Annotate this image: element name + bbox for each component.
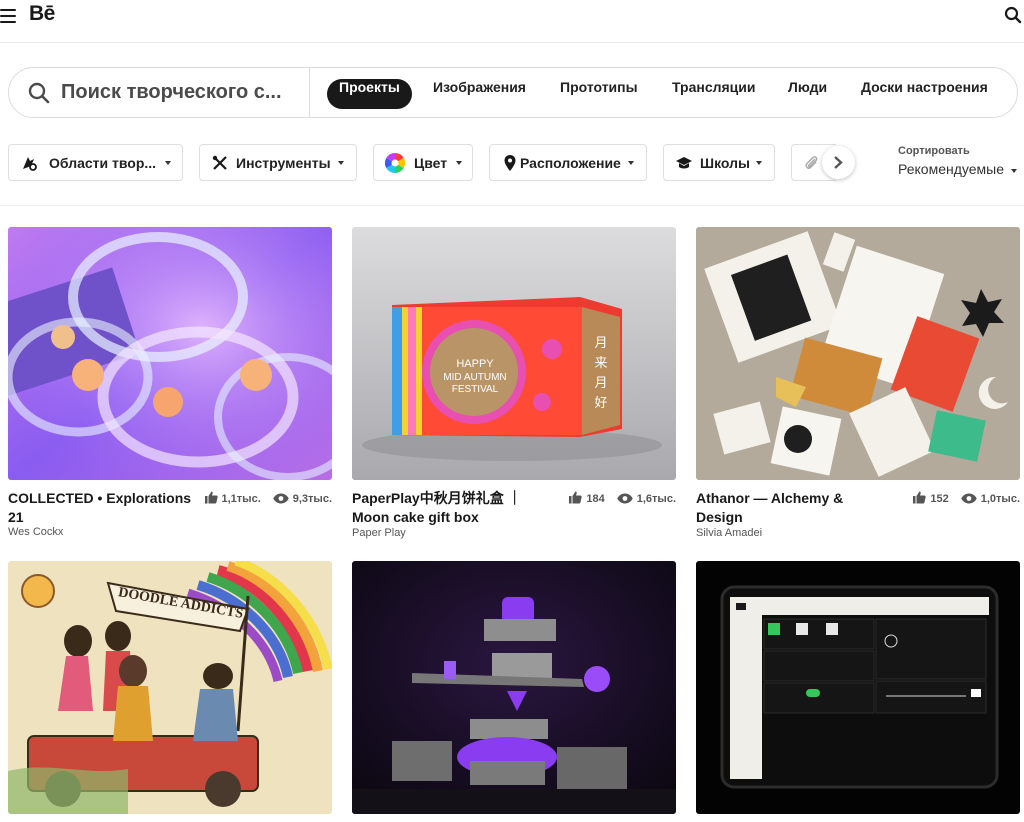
filter-label: Школы xyxy=(700,155,750,171)
filter-label: Области твор... xyxy=(49,155,157,171)
filter-label: Инструменты xyxy=(236,155,331,171)
creative-fields-icon xyxy=(23,157,37,171)
thumbnail-image xyxy=(352,561,676,814)
giftbox-text: FESTIVAL xyxy=(452,384,499,395)
project-title[interactable]: Athanor — Alchemy & Design xyxy=(696,489,886,527)
sort-dropdown[interactable]: Рекомендуемые xyxy=(898,161,1004,177)
views-count: 1,0тыс. xyxy=(980,493,1020,505)
project-title[interactable]: COLLECTED • Explorations 21 xyxy=(8,489,198,527)
filter-color[interactable]: Цвет xyxy=(373,144,473,181)
eye-icon xyxy=(273,493,289,504)
project-thumbnail[interactable]: HAPPY MID AUTUMN FESTIVAL 月 来 月 好 xyxy=(352,227,676,480)
views-count: 1,6тыс. xyxy=(636,493,676,505)
project-owner[interactable]: Wes Cockx xyxy=(8,526,63,538)
filter-label: Расположение xyxy=(520,155,621,171)
graduation-cap-icon xyxy=(676,157,692,169)
giftbox-side-text: 来 xyxy=(594,356,607,371)
chevron-down-icon xyxy=(756,161,762,165)
search-bar: Поиск творческого с... Проекты Изображен… xyxy=(8,67,1018,118)
search-icon xyxy=(28,82,50,104)
project-thumbnail[interactable]: DOODLE ADDICTS xyxy=(8,561,332,814)
tab-streams[interactable]: Трансляции xyxy=(672,79,755,109)
thumbnail-image: HAPPY MID AUTUMN FESTIVAL 月 来 月 好 xyxy=(352,227,676,480)
search-placeholder: Поиск творческого с... xyxy=(61,81,282,103)
thumbnail-image xyxy=(696,561,1020,814)
filter-location[interactable]: Расположение xyxy=(489,144,647,181)
tab-people[interactable]: Люди xyxy=(788,79,827,109)
project-thumbnail[interactable] xyxy=(8,227,332,480)
giftbox-side-text: 好 xyxy=(594,396,607,411)
tools-icon xyxy=(212,155,227,170)
chevron-down-icon xyxy=(628,161,634,165)
views-count: 9,3тыс. xyxy=(292,493,332,505)
behance-logo[interactable]: Bē xyxy=(29,2,55,26)
giftbox-side-text: 月 xyxy=(594,336,607,351)
likes-count: 152 xyxy=(930,493,949,505)
tab-moodboards[interactable]: Доски настроения xyxy=(861,79,988,109)
project-stats: 1,1тыс. 9,3тыс. xyxy=(204,491,332,505)
chevron-down-icon xyxy=(338,161,344,165)
thumbnail-image xyxy=(8,227,332,480)
project-thumbnail[interactable] xyxy=(696,227,1020,480)
divider xyxy=(0,205,1024,206)
project-thumbnail[interactable] xyxy=(352,561,676,814)
sort-label: Сортировать xyxy=(898,145,970,157)
giftbox-text: HAPPY xyxy=(456,358,494,370)
filter-label: Цвет xyxy=(414,155,448,171)
tab-projects[interactable]: Проекты xyxy=(327,79,412,109)
thumbnail-image xyxy=(696,227,1020,480)
filter-tools[interactable]: Инструменты xyxy=(199,144,357,181)
eye-icon xyxy=(617,493,633,504)
giftbox-side-text: 月 xyxy=(594,376,607,391)
color-wheel-icon xyxy=(385,153,405,173)
thumbs-up-icon xyxy=(569,491,583,504)
giftbox-text: MID AUTUMN xyxy=(443,372,506,383)
tab-prototypes[interactable]: Прототипы xyxy=(560,79,638,109)
likes-count: 184 xyxy=(586,493,605,505)
project-stats: 184 1,6тыс. xyxy=(568,491,676,505)
likes-count: 1,1тыс. xyxy=(221,493,261,505)
project-owner[interactable]: Silvia Amadei xyxy=(696,527,762,539)
project-title[interactable]: PaperPlay中秋月饼礼盒 ｜ Moon cake gift box xyxy=(352,489,532,527)
top-bar: Bē xyxy=(0,0,1024,43)
search-icon[interactable] xyxy=(1004,6,1022,24)
chevron-down-icon xyxy=(165,161,171,165)
thumbs-up-icon xyxy=(913,491,927,504)
location-pin-icon xyxy=(504,155,516,171)
thumbs-up-icon xyxy=(204,491,218,504)
chevron-right-icon xyxy=(834,156,843,169)
project-stats: 152 1,0тыс. xyxy=(912,491,1020,505)
filter-creative-fields[interactable]: Области твор... xyxy=(8,144,183,181)
search-input[interactable]: Поиск творческого с... xyxy=(9,68,310,117)
paperclip-icon xyxy=(805,156,818,170)
menu-icon[interactable] xyxy=(0,9,16,23)
eye-icon xyxy=(961,493,977,504)
filter-schools[interactable]: Школы xyxy=(663,144,775,181)
chevron-down-icon xyxy=(1011,169,1017,173)
filters-scroll-right-button[interactable] xyxy=(822,146,855,179)
project-owner[interactable]: Paper Play xyxy=(352,527,406,539)
thumbnail-image: DOODLE ADDICTS xyxy=(8,561,332,814)
project-thumbnail[interactable] xyxy=(696,561,1020,814)
tab-images[interactable]: Изображения xyxy=(433,79,526,109)
chevron-down-icon xyxy=(456,161,462,165)
